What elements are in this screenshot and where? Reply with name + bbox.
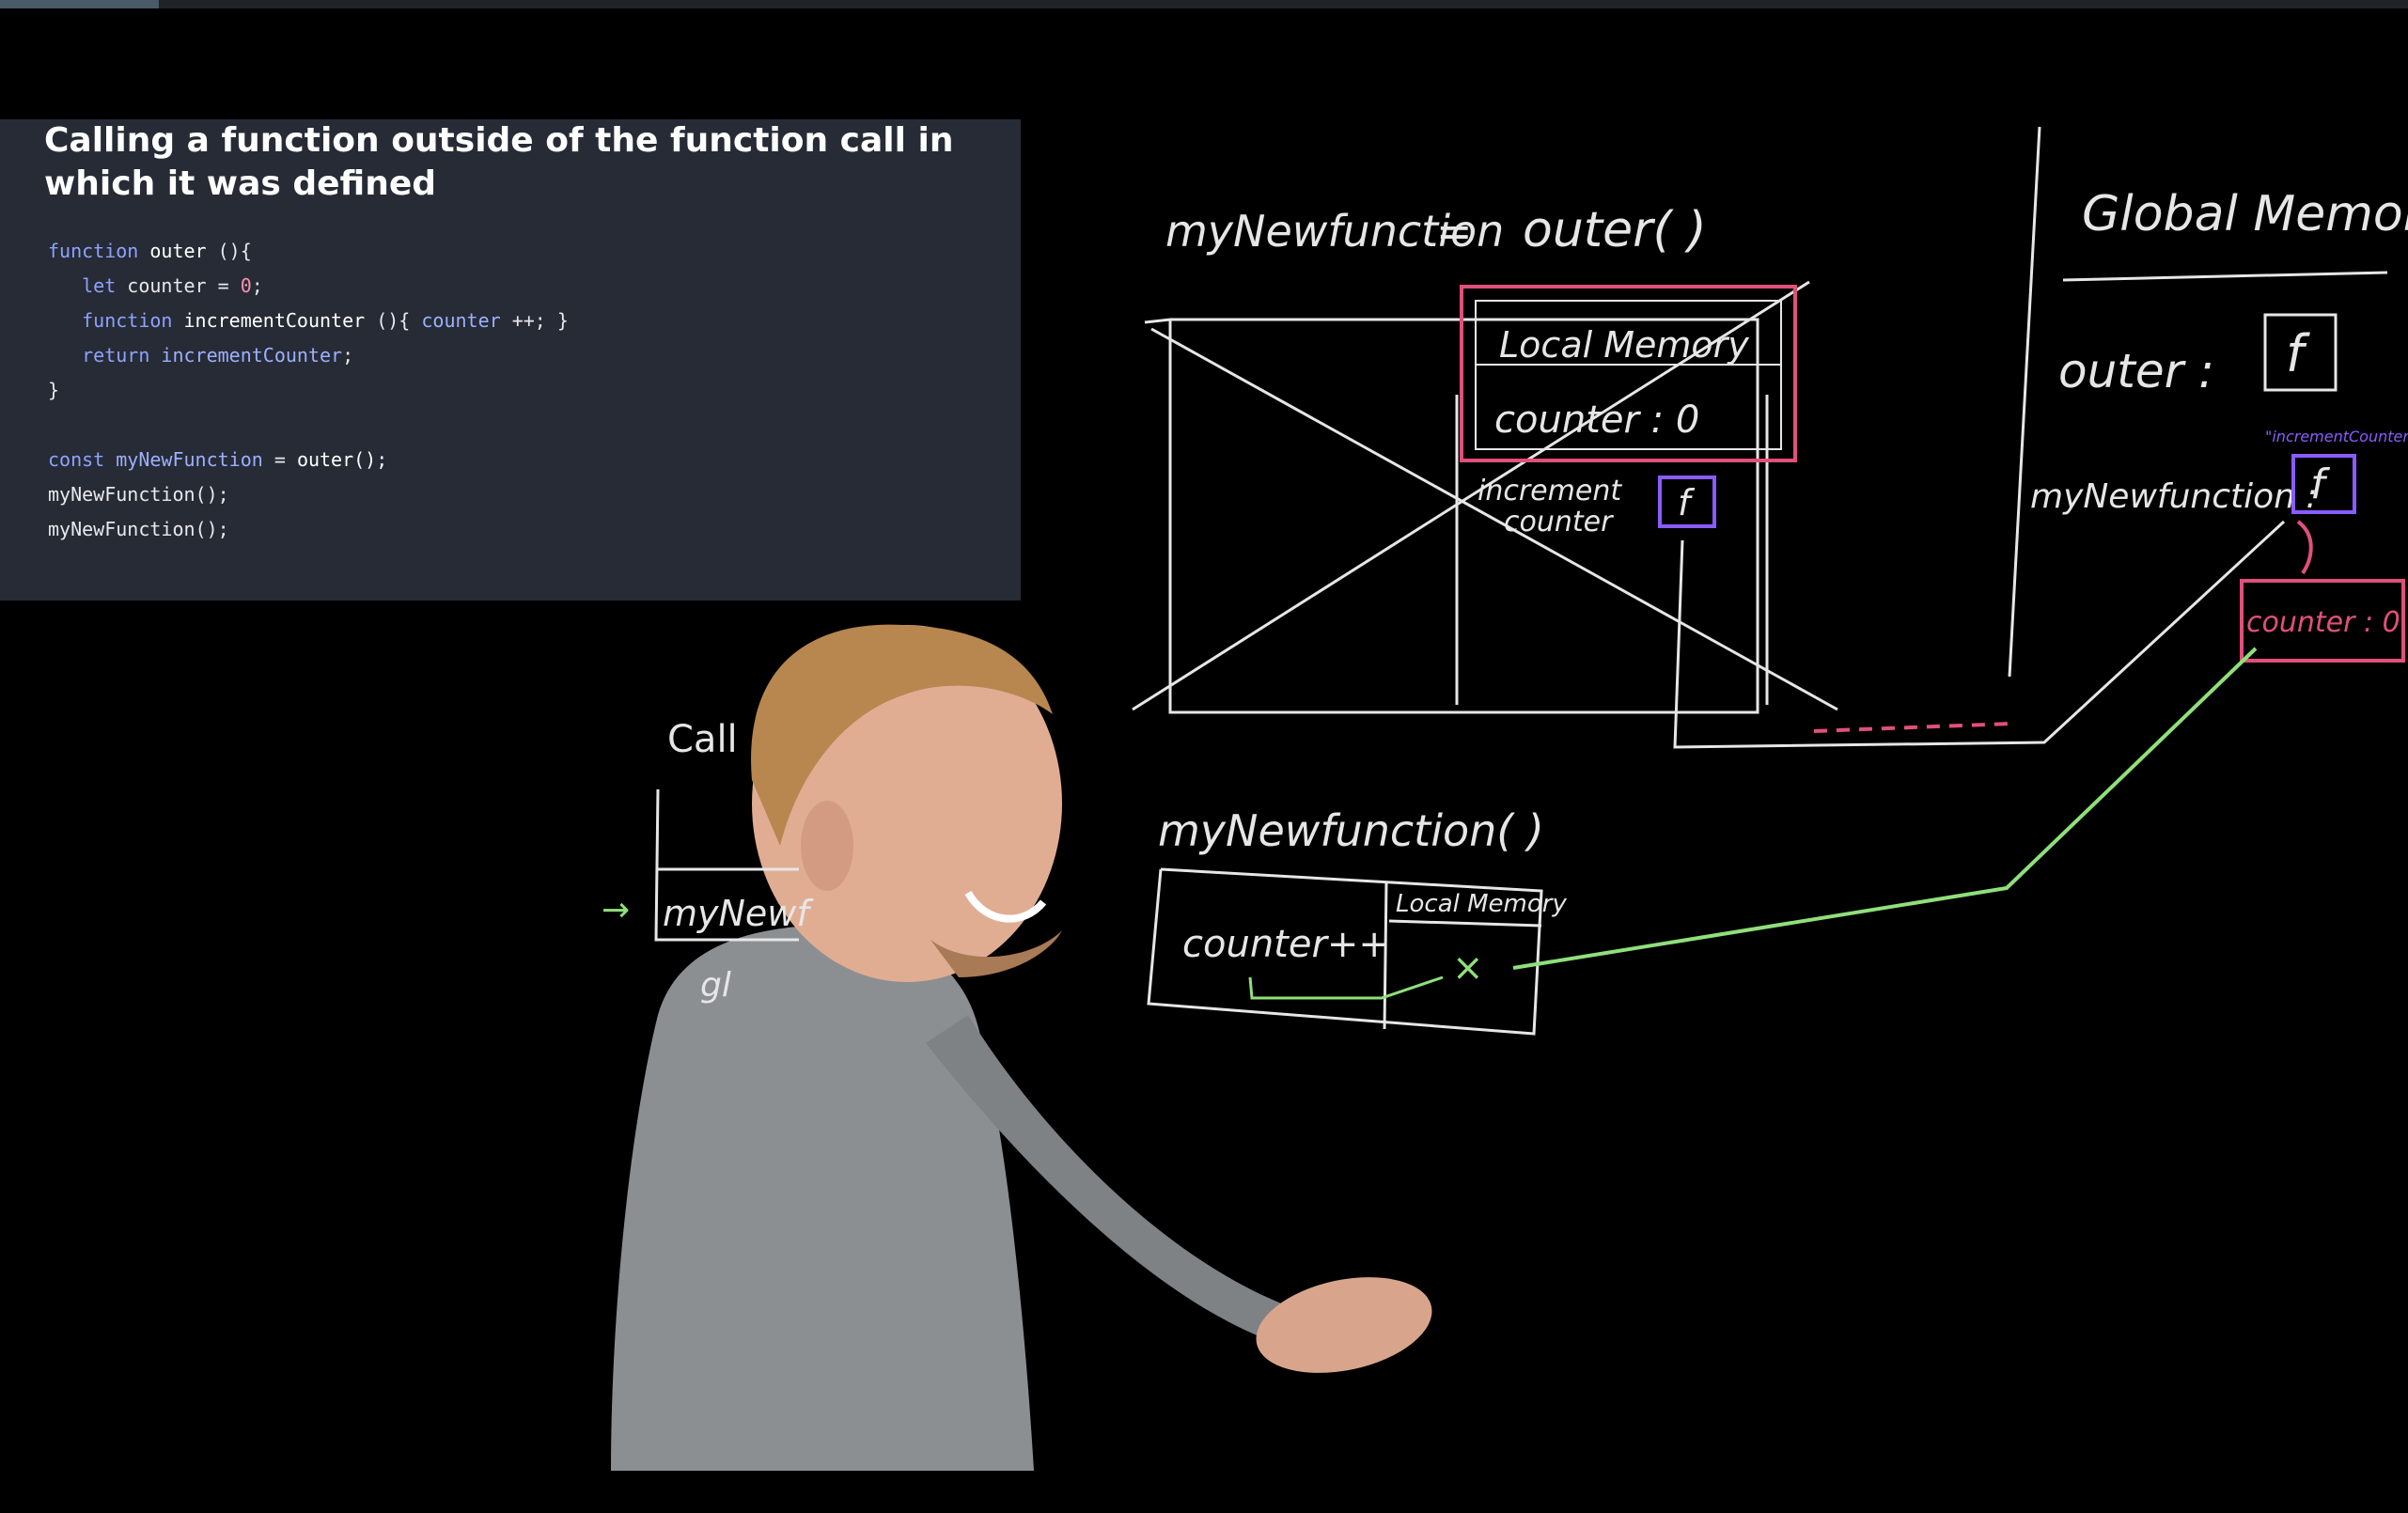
counter-lookup-arrow: [1248, 975, 1444, 1000]
global-mynewfunction-f-icon: f: [2310, 460, 2331, 508]
increment-function-box: f: [1658, 476, 1716, 528]
code-line-9: myNewFunction();: [48, 518, 229, 540]
global-divider: [2008, 126, 2041, 678]
call-stack-global: gl: [700, 966, 731, 1005]
assign-call: outer( ): [1523, 202, 1707, 258]
code-line-3: function incrementCounter (){ counter ++…: [82, 309, 569, 332]
increment-note: "incrementCounter": [2265, 428, 2408, 445]
global-memory-title: Global Memory: [2082, 186, 2408, 242]
counter-increment: counter++: [1182, 923, 1390, 966]
assign-eq: =: [1436, 206, 1473, 257]
increment-f-icon: f: [1678, 482, 1696, 523]
code-line-2: let counter = 0;: [82, 274, 263, 297]
call-stack-frame: myNewf: [663, 893, 814, 934]
local-memory-small: Local Memory: [1396, 890, 1567, 918]
increment-label-2: counter: [1504, 506, 1614, 538]
backpack-link: [2296, 520, 2313, 575]
local-memory-title: Local Memory: [1499, 324, 1749, 366]
global-underline: [2062, 271, 2388, 282]
global-mynewfunction-label: myNewfunction :: [2030, 477, 2318, 516]
slide-title-line1: Calling a function outside of the functi…: [44, 121, 954, 160]
increment-label-1: increment: [1478, 475, 1622, 507]
code-line-8: myNewFunction();: [48, 483, 229, 506]
backpack-counter: counter : 0: [2246, 606, 2400, 639]
local-memory-box: Local Memory counter : 0: [1460, 285, 1797, 462]
code-block: function outer (){ let counter = 0; func…: [48, 234, 569, 547]
backpack-lookup-arrow: [1512, 647, 2258, 970]
code-line-5: }: [48, 379, 60, 401]
call-stack-arrow: →: [602, 891, 630, 929]
global-outer-label: outer :: [2058, 344, 2214, 398]
counter-entry: counter : 0: [1494, 398, 1699, 442]
slide-title-line2: which it was defined: [44, 164, 437, 203]
slide-title: Calling a function outside of the functi…: [44, 119, 984, 206]
call-expression: myNewfunction( ): [1158, 805, 1544, 856]
code-line-7: const myNewFunction = outer();: [48, 448, 388, 471]
code-line-1: function outer (){: [48, 240, 252, 262]
global-outer-f-icon: f: [2286, 324, 2310, 383]
code-slide-panel: Calling a function outside of the functi…: [0, 119, 1021, 601]
backpack-dashed-line: [1813, 722, 2012, 733]
call-stack-title: Call: [667, 718, 738, 761]
x-mark: ×: [1452, 946, 1484, 990]
code-line-4: return incrementCounter;: [82, 344, 354, 367]
